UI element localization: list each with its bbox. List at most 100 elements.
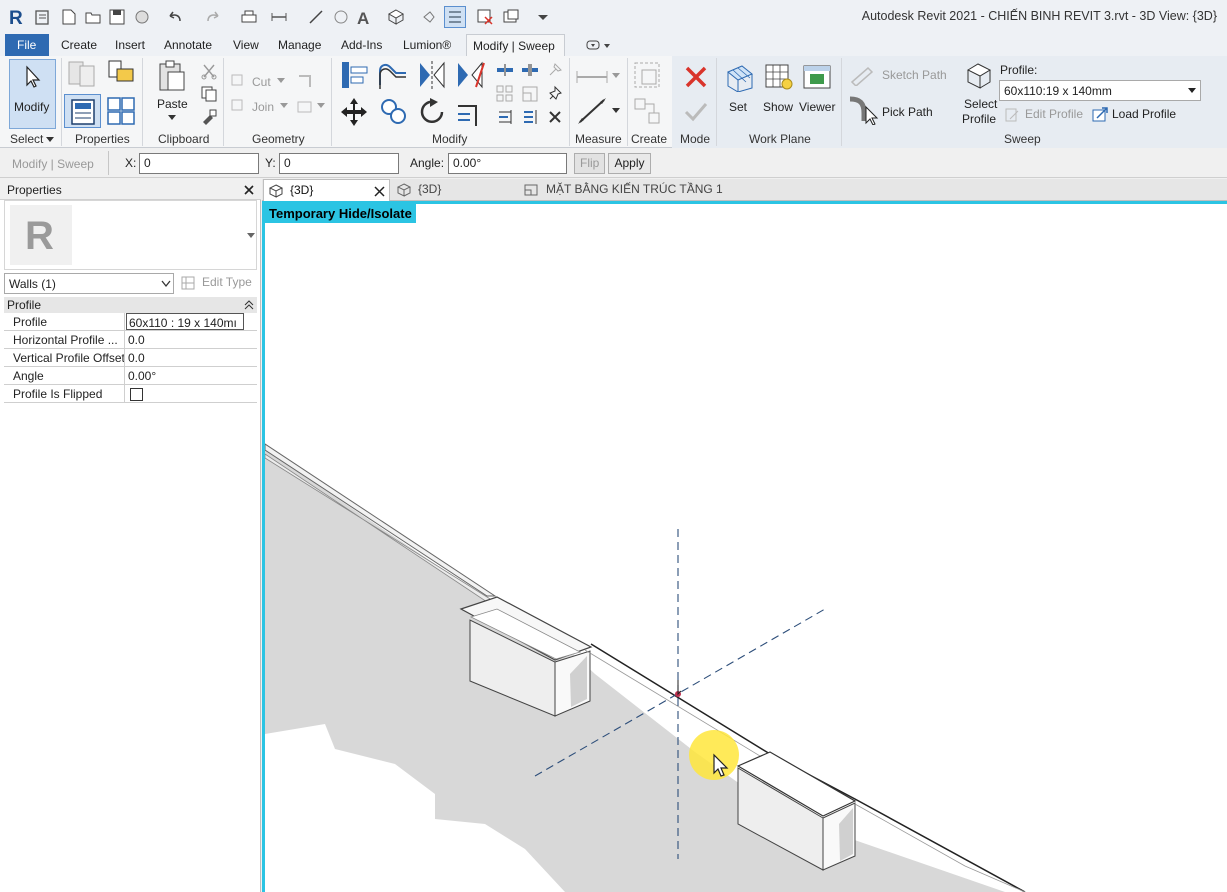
pick-path-icon[interactable]	[846, 93, 880, 125]
new-file-icon[interactable]	[60, 8, 78, 26]
type-properties-icon[interactable]	[66, 60, 98, 90]
profile-dropdown[interactable]: 60x110:19 x 140mm	[999, 80, 1201, 101]
view-tab-3d-active[interactable]: {3D}	[263, 179, 390, 201]
delete-icon[interactable]	[546, 108, 564, 126]
property-value[interactable]: 0.00°	[126, 367, 257, 385]
modify-button[interactable]: Modify	[9, 59, 56, 129]
print-icon[interactable]	[240, 8, 258, 26]
undo-icon[interactable]	[166, 8, 184, 26]
measure-qat-icon[interactable]	[270, 8, 288, 26]
sync-central-icon[interactable]	[133, 8, 151, 26]
apply-button[interactable]: Apply	[608, 153, 651, 174]
x-input[interactable]: 0	[139, 153, 259, 174]
copy-element-icon[interactable]	[378, 96, 410, 128]
join-geometry-icon[interactable]	[230, 98, 246, 114]
viewer-button[interactable]: Viewer	[798, 60, 838, 120]
offset-icon[interactable]	[376, 59, 410, 91]
close-hidden-windows-icon[interactable]	[476, 8, 494, 26]
close-icon[interactable]	[243, 184, 255, 196]
close-view-icon[interactable]	[374, 186, 385, 197]
trim-extend-single-icon[interactable]	[496, 108, 514, 126]
profile-value-field[interactable]: 60x110 : 19 x 140mı	[126, 313, 244, 330]
dimension-dropdown-icon[interactable]	[612, 108, 620, 114]
text-icon[interactable]: A	[355, 8, 373, 28]
split-face-dropdown-icon[interactable]	[317, 103, 325, 109]
unpin-icon[interactable]	[546, 61, 564, 79]
select-profile-button[interactable]: Select Profile	[958, 59, 998, 129]
group-header-profile[interactable]: Profile	[4, 297, 257, 313]
view-tab-floor-plan[interactable]: MẶT BẰNG KIẾN TRÚC TẦNG 1	[520, 179, 760, 201]
finish-mode-icon[interactable]	[683, 100, 709, 124]
tab-manage[interactable]: Manage	[272, 34, 327, 56]
tab-insert[interactable]: Insert	[109, 34, 151, 56]
pin-icon[interactable]	[546, 85, 564, 103]
set-work-plane-button[interactable]: Set	[722, 60, 756, 120]
tab-create[interactable]: Create	[55, 34, 103, 56]
trim-extend-multiple-icon[interactable]	[521, 108, 539, 126]
property-value[interactable]: 0.0	[126, 331, 257, 349]
save-icon[interactable]	[108, 8, 126, 26]
array-icon[interactable]	[496, 85, 514, 103]
view-tab-3d[interactable]: {3D}	[392, 179, 512, 201]
split-with-gap-icon[interactable]	[521, 62, 539, 78]
cut-dropdown-icon[interactable]	[277, 78, 285, 84]
copy-icon[interactable]	[200, 85, 218, 103]
load-profile-label[interactable]: Load Profile	[1112, 107, 1176, 121]
revit-logo-icon[interactable]: R	[8, 7, 26, 29]
rotate-icon[interactable]	[416, 96, 448, 128]
load-profile-icon[interactable]	[1091, 106, 1109, 124]
select-dropdown-icon[interactable]	[46, 137, 54, 143]
paste-button[interactable]: Paste	[152, 60, 192, 126]
family-types-icon[interactable]	[105, 59, 137, 89]
section-icon[interactable]	[420, 8, 438, 26]
create-similar-icon[interactable]	[632, 60, 664, 90]
flip-button[interactable]: Flip	[574, 153, 606, 174]
mirror-pick-axis-icon[interactable]	[416, 59, 448, 91]
y-input[interactable]: 0	[279, 153, 399, 174]
sketch-path-icon[interactable]	[848, 64, 876, 86]
tab-add-ins[interactable]: Add-Ins	[335, 34, 388, 56]
match-properties-icon[interactable]	[200, 108, 218, 126]
split-face-icon[interactable]	[296, 98, 314, 116]
aligned-dimension-ribbon-icon[interactable]	[576, 96, 610, 126]
angle-input[interactable]: 0.00°	[448, 153, 567, 174]
move-icon[interactable]	[338, 96, 370, 128]
properties-toggle-button[interactable]	[64, 94, 101, 128]
cancel-mode-icon[interactable]	[683, 64, 709, 90]
tab-modify-sweep[interactable]: Modify | Sweep	[466, 34, 565, 56]
minimize-ribbon-icon[interactable]	[586, 39, 612, 51]
family-category-icon[interactable]	[106, 96, 138, 126]
default-3d-view-icon[interactable]	[387, 8, 405, 26]
edit-type-icon[interactable]	[180, 274, 198, 292]
sketch-path-label[interactable]: Sketch Path	[882, 68, 947, 82]
tab-view[interactable]: View	[227, 34, 265, 56]
thin-lines-icon[interactable]	[444, 6, 466, 28]
property-value[interactable]: 0.0	[126, 349, 257, 367]
select-panel-label[interactable]: Select	[10, 132, 43, 146]
measure-between-icon[interactable]	[575, 66, 611, 88]
align-icon[interactable]	[338, 59, 370, 91]
tab-lumion[interactable]: Lumion®	[397, 34, 457, 56]
mirror-draw-axis-icon[interactable]	[454, 59, 488, 91]
tab-file[interactable]: File	[5, 34, 49, 56]
edit-profile-label[interactable]: Edit Profile	[1025, 107, 1083, 121]
tab-annotate[interactable]: Annotate	[158, 34, 218, 56]
profile-flipped-checkbox[interactable]	[130, 388, 143, 401]
switch-windows-icon[interactable]	[502, 8, 520, 26]
edit-type-label[interactable]: Edit Type	[202, 275, 252, 289]
type-image-area[interactable]: R	[4, 200, 257, 270]
edit-profile-icon[interactable]	[1004, 107, 1020, 123]
tag-icon[interactable]	[332, 8, 350, 26]
measure-dropdown-icon[interactable]	[612, 73, 620, 79]
join-dropdown-icon[interactable]	[280, 103, 288, 109]
cut-clipboard-icon[interactable]	[200, 62, 218, 80]
cut-geometry-icon[interactable]	[230, 73, 246, 89]
3d-view-canvas[interactable]	[262, 201, 1227, 892]
scale-icon[interactable]	[521, 85, 539, 103]
create-group-icon[interactable]	[632, 96, 664, 126]
redo-icon[interactable]	[204, 8, 222, 26]
open-documents-icon[interactable]	[33, 8, 51, 26]
show-work-plane-button[interactable]: Show	[761, 60, 797, 120]
pick-path-label[interactable]: Pick Path	[882, 105, 933, 119]
trim-extend-corner-icon[interactable]	[454, 96, 486, 128]
